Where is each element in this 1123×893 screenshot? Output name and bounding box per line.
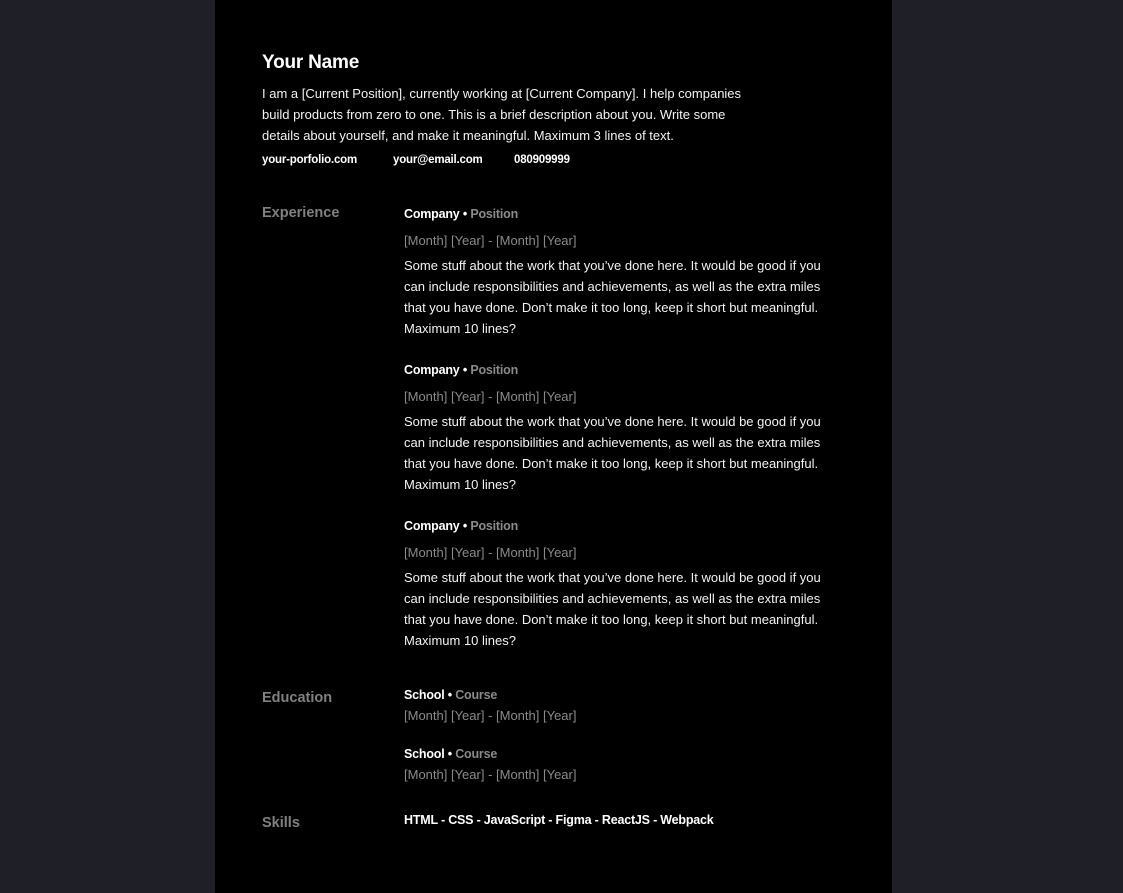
skills-line: HTML - CSS - JavaScript - Figma - ReactJ… <box>404 813 714 827</box>
experience-heading: Company • Position <box>404 362 834 379</box>
phone-number: 080909999 <box>514 154 570 166</box>
experience-description: Some stuff about the work that you’ve do… <box>404 258 821 336</box>
position-title: Position <box>470 363 519 377</box>
website-link[interactable]: your-porfolio.com <box>262 154 393 166</box>
experience-entry: Company • Position [Month] [Year] - [Mon… <box>404 518 834 651</box>
separator-dot: • <box>462 363 468 377</box>
education-heading: School • Course <box>404 687 834 704</box>
separator-dot: • <box>447 747 452 761</box>
resume-content: Your Name I am a [Current Position], cur… <box>262 52 842 831</box>
profile-header: Your Name I am a [Current Position], cur… <box>262 52 842 166</box>
experience-dates: [Month] [Year] - [Month] [Year] <box>404 233 577 248</box>
experience-list: Company • Position [Month] [Year] - [Mon… <box>404 206 834 651</box>
experience-dates: [Month] [Year] - [Month] [Year] <box>404 389 577 404</box>
company-name: Company <box>404 207 460 221</box>
resume-page: Your Name I am a [Current Position], cur… <box>215 0 892 893</box>
section-title-experience: Experience <box>262 205 340 221</box>
contact-row: your-porfolio.com your@email.com 0809099… <box>262 154 842 166</box>
experience-dates: [Month] [Year] - [Month] [Year] <box>404 545 577 560</box>
education-dates: [Month] [Year] - [Month] [Year] <box>404 767 577 782</box>
school-name: School <box>404 747 445 761</box>
separator-dot: • <box>462 207 468 221</box>
company-name: Company <box>404 519 460 533</box>
position-title: Position <box>470 207 519 221</box>
course-name: Course <box>455 688 498 702</box>
profile-bio: I am a [Current Position], currently wor… <box>262 86 742 143</box>
company-name: Company <box>404 363 460 377</box>
education-entry: School • Course [Month] [Year] - [Month]… <box>404 687 834 724</box>
position-title: Position <box>470 519 519 533</box>
experience-description: Some stuff about the work that you’ve do… <box>404 570 821 648</box>
experience-entry: Company • Position [Month] [Year] - [Mon… <box>404 362 834 495</box>
experience-heading: Company • Position <box>404 206 834 223</box>
school-name: School <box>404 688 445 702</box>
separator-dot: • <box>447 688 452 702</box>
experience-entry: Company • Position [Month] [Year] - [Mon… <box>404 206 834 339</box>
education-heading: School • Course <box>404 746 834 763</box>
profile-name: Your Name <box>262 52 360 73</box>
separator-dot: • <box>462 519 468 533</box>
email-link[interactable]: your@email.com <box>393 154 514 166</box>
education-dates: [Month] [Year] - [Month] [Year] <box>404 708 577 723</box>
skills-list: HTML - CSS - JavaScript - Figma - ReactJ… <box>404 812 834 829</box>
education-entry: School • Course [Month] [Year] - [Month]… <box>404 746 834 783</box>
course-name: Course <box>455 747 498 761</box>
education-list: School • Course [Month] [Year] - [Month]… <box>404 687 834 783</box>
experience-description: Some stuff about the work that you’ve do… <box>404 414 821 492</box>
section-title-education: Education <box>262 690 333 706</box>
experience-heading: Company • Position <box>404 518 834 535</box>
section-title-skills: Skills <box>262 815 300 831</box>
